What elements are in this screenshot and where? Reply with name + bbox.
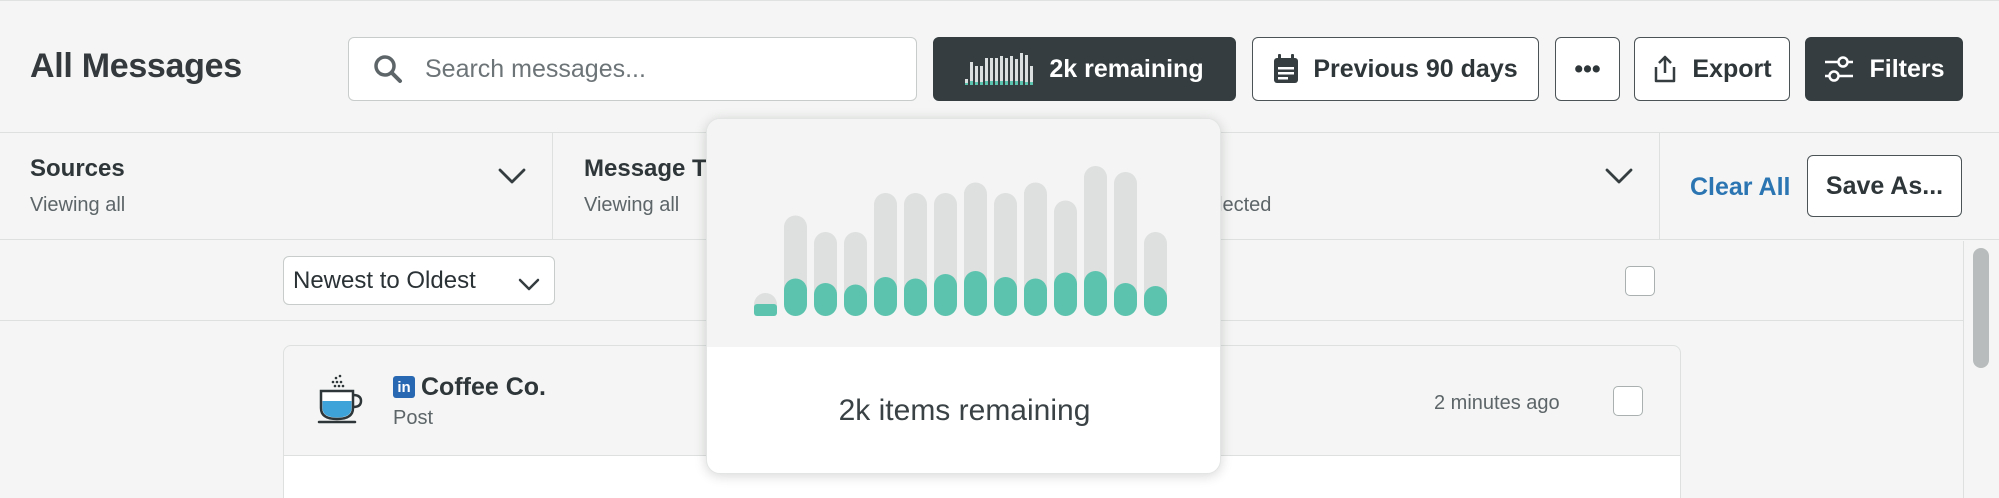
- message-author[interactable]: Coffee Co.: [421, 373, 546, 402]
- message-checkbox[interactable]: [1613, 386, 1643, 416]
- sparkline-bar: [1000, 53, 1004, 85]
- message-types-filter-subtitle: Viewing all: [584, 194, 680, 216]
- sparkline-bar: [1025, 53, 1029, 85]
- more-button[interactable]: •••: [1555, 37, 1620, 101]
- usage-bar-used: [964, 271, 987, 316]
- usage-bar-used: [754, 304, 777, 316]
- chevron-down-icon: [498, 167, 526, 190]
- sources-filter-subtitle: Viewing all: [30, 194, 126, 216]
- usage-bar-used: [1054, 272, 1077, 316]
- search-box[interactable]: [348, 37, 917, 101]
- remaining-button[interactable]: 2k remaining: [933, 37, 1236, 101]
- search-input[interactable]: [425, 54, 895, 84]
- usage-bar-used: [874, 277, 897, 316]
- sparkline-bar: [990, 53, 994, 85]
- message-types-filter-title: Message T: [584, 155, 707, 182]
- usage-sparkline-icon: [965, 53, 1034, 85]
- usage-popover: 2k items remaining: [706, 118, 1221, 474]
- usage-popover-text: 2k items remaining: [838, 394, 1091, 427]
- sources-filter-title: Sources: [30, 155, 125, 182]
- third-filter-subtitle: lected: [1218, 194, 1272, 216]
- filter-divider: [1659, 133, 1660, 239]
- messages-page: All Messages 2k remaining: [0, 0, 1999, 498]
- sparkline-bar: [975, 53, 979, 85]
- remaining-label: 2k remaining: [1049, 54, 1204, 83]
- sparkline-bar: [1010, 53, 1014, 85]
- export-label: Export: [1692, 54, 1772, 83]
- filters-button[interactable]: Filters: [1805, 37, 1963, 101]
- message-post-type: Post: [393, 407, 434, 429]
- sparkline-bar: [965, 53, 969, 85]
- sparkline-bar: [980, 53, 984, 85]
- linkedin-icon: in: [393, 376, 415, 398]
- sparkline-bar: [985, 53, 989, 85]
- header: All Messages 2k remaining: [0, 1, 1999, 133]
- sources-filter[interactable]: Sources Viewing all: [0, 133, 552, 239]
- export-icon: [1652, 54, 1678, 84]
- sparkline-bar: [1030, 53, 1034, 85]
- clear-all-link[interactable]: Clear All: [1690, 173, 1791, 202]
- search-icon: [371, 52, 405, 86]
- filters-label: Filters: [1869, 54, 1945, 83]
- select-all-checkbox[interactable]: [1625, 266, 1655, 296]
- usage-bar-used: [934, 274, 957, 316]
- usage-bar-used: [1024, 278, 1047, 316]
- sort-select-value: Newest to Oldest: [293, 266, 476, 294]
- usage-bar-used: [904, 278, 927, 316]
- usage-bar-chart: [707, 119, 1220, 347]
- date-range-button[interactable]: Previous 90 days: [1252, 37, 1539, 101]
- sparkline-bar: [1020, 53, 1024, 85]
- sparkline-bar: [1015, 53, 1019, 85]
- more-icon: •••: [1574, 54, 1601, 83]
- calendar-icon: [1273, 54, 1299, 84]
- export-button[interactable]: Export: [1634, 37, 1790, 101]
- chevron-down-icon: [518, 271, 540, 299]
- sparkline-bar: [1005, 53, 1009, 85]
- usage-bar-used: [1114, 283, 1137, 316]
- message-timestamp: 2 minutes ago: [1434, 392, 1560, 414]
- usage-bar-used: [784, 278, 807, 316]
- page-title: All Messages: [30, 47, 242, 85]
- usage-bar-used: [814, 283, 837, 316]
- usage-bar-chart-svg: [754, 166, 1167, 316]
- usage-bar-used: [994, 277, 1017, 316]
- sparkline-bar: [970, 53, 974, 85]
- chevron-down-icon: [1605, 167, 1633, 190]
- save-as-button[interactable]: Save As...: [1807, 155, 1962, 217]
- usage-bar-used: [844, 284, 867, 316]
- sparkline-bar: [995, 53, 999, 85]
- usage-bar-used: [1084, 271, 1107, 316]
- sort-select[interactable]: Newest to Oldest: [283, 256, 555, 305]
- sliders-icon: [1823, 54, 1855, 84]
- usage-bar-used: [1144, 286, 1167, 316]
- coffee-cup-avatar-icon: [317, 374, 363, 429]
- scrollbar-thumb[interactable]: [1973, 248, 1989, 368]
- scrollbar[interactable]: [1963, 241, 1999, 498]
- date-range-label: Previous 90 days: [1313, 54, 1518, 83]
